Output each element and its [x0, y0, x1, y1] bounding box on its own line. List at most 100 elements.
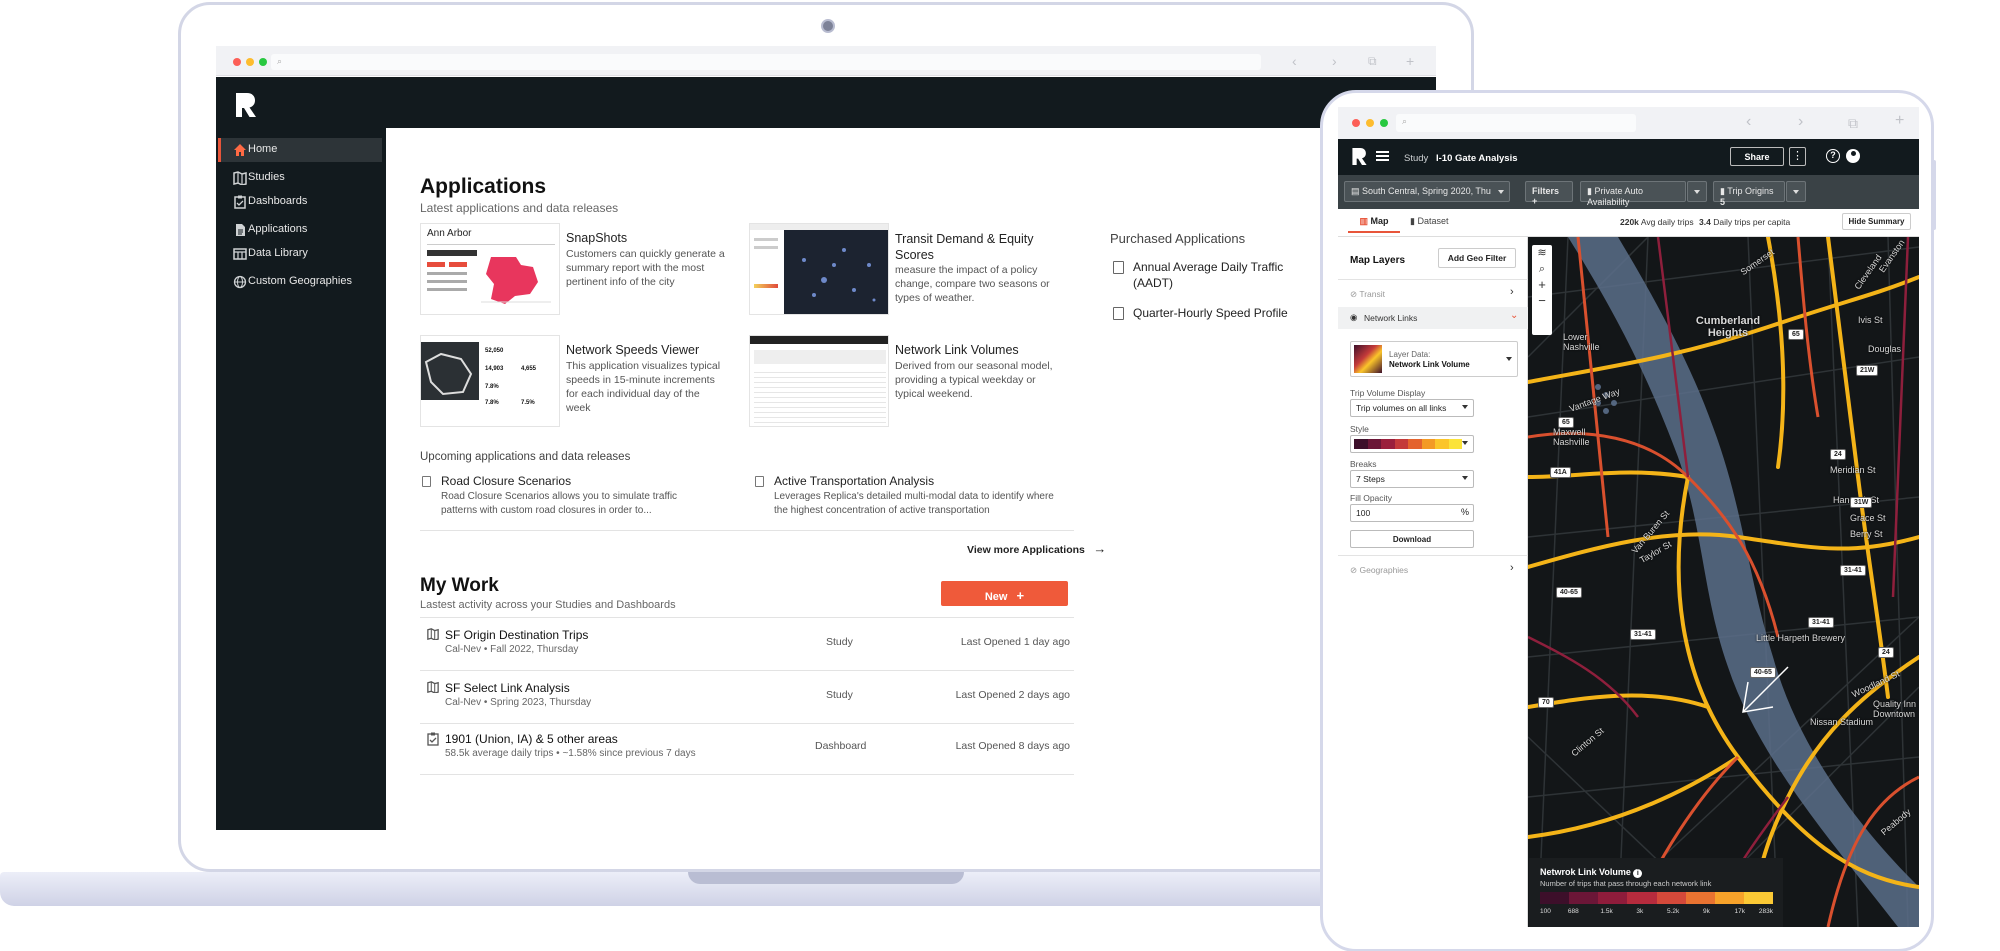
- origins-dropdown[interactable]: [1786, 181, 1806, 202]
- share-label: Share: [1744, 152, 1770, 162]
- legend-ticks: 100 688 1.5k 3k 5.2k 9k 17k 283k: [1540, 908, 1773, 918]
- app-title[interactable]: SnapShots: [566, 231, 627, 245]
- sidebar-item-data-library[interactable]: Data Library: [218, 242, 382, 266]
- clipboard-icon: [234, 195, 246, 209]
- per-capita-label: Daily trips per capita: [1713, 217, 1791, 227]
- sidebar-item-applications[interactable]: Applications: [218, 218, 382, 242]
- sidebar-item-dashboards[interactable]: Dashboards: [218, 190, 382, 214]
- style-label: Style: [1350, 424, 1369, 434]
- sidebar-item-custom-geographies[interactable]: Custom Geographies: [218, 270, 382, 294]
- my-work-subtitle: Lastest activity across your Studies and…: [420, 599, 676, 611]
- app-title[interactable]: Transit Demand & Equity Scores: [895, 231, 1045, 263]
- row-subtitle: 58.5k average daily trips • ~1.58% since…: [445, 748, 696, 759]
- legend-title: Netwrok Link Volume i: [1540, 867, 1643, 878]
- sidebar-item-studies[interactable]: Studies: [218, 166, 382, 190]
- minimize-dot[interactable]: [1366, 119, 1374, 127]
- table-row[interactable]: SF Origin Destination Trips Cal-Nev • Fa…: [420, 618, 1074, 670]
- new-tab-icon[interactable]: +: [1406, 53, 1414, 69]
- info-icon[interactable]: i: [1633, 869, 1643, 878]
- sidebar-item-home[interactable]: Home: [218, 138, 382, 162]
- app-description: This application visualizes typical spee…: [566, 360, 721, 414]
- app-card-network-speeds[interactable]: 52,050 14,903 7.8% 7.8% 4,655 7.5% Netwo…: [420, 335, 730, 427]
- breaks-select[interactable]: 7 Steps: [1350, 470, 1474, 488]
- zoom-out-icon[interactable]: −: [1532, 293, 1552, 309]
- search-icon: ⌕: [1402, 116, 1408, 126]
- hide-summary-button[interactable]: Hide Summary: [1842, 213, 1911, 230]
- more-icon[interactable]: ⋮: [1789, 147, 1806, 166]
- chevron-right-icon[interactable]: ›: [1510, 286, 1514, 298]
- availability-filter[interactable]: ▮ Private Auto Availability: [1580, 181, 1686, 207]
- share-button[interactable]: Share: [1730, 147, 1784, 166]
- app-card-network-link-volumes[interactable]: Network Link Volumes Derived from our se…: [749, 335, 1059, 427]
- trip-volume-select[interactable]: Trip volumes on all links: [1350, 399, 1474, 417]
- row-title[interactable]: SF Select Link Analysis: [445, 681, 570, 695]
- new-button[interactable]: New +: [941, 581, 1068, 606]
- user-icon[interactable]: [1846, 149, 1860, 163]
- replica-logo-icon[interactable]: [234, 92, 258, 118]
- maximize-dot[interactable]: [1380, 119, 1388, 127]
- trip-origins-filter[interactable]: ▮ Trip Origins 5: [1713, 181, 1785, 207]
- search-icon[interactable]: ⌕: [1532, 261, 1552, 277]
- back-icon[interactable]: ‹: [1292, 53, 1297, 69]
- menu-icon[interactable]: [1376, 151, 1389, 161]
- add-geo-filter-button[interactable]: Add Geo Filter: [1438, 248, 1516, 268]
- ramp-swatch: [1408, 439, 1422, 449]
- back-icon[interactable]: ‹: [1746, 113, 1751, 131]
- help-icon[interactable]: ?: [1826, 149, 1840, 163]
- breadcrumb[interactable]: Study: [1404, 153, 1428, 164]
- upcoming-item[interactable]: Road Closure Scenarios Road Closure Scen…: [420, 474, 720, 516]
- new-tab-icon[interactable]: +: [1895, 112, 1904, 130]
- table-row[interactable]: 1901 (Union, IA) & 5 other areas 58.5k a…: [420, 724, 1074, 776]
- sidebar-item-label: Studies: [248, 171, 285, 183]
- ramp-swatch: [1435, 439, 1449, 449]
- app-card-transit-demand[interactable]: Transit Demand & Equity Scores measure t…: [749, 223, 1059, 315]
- row-title[interactable]: SF Origin Destination Trips: [445, 628, 588, 642]
- copy-icon[interactable]: ⧉: [1368, 54, 1377, 69]
- view-more-link[interactable]: View more Applications →: [967, 540, 1106, 558]
- filters-button[interactable]: Filters +: [1525, 181, 1573, 206]
- filter-bar: ▤ South Central, Spring 2020, Thu Filter…: [1338, 175, 1919, 209]
- tab-dataset[interactable]: ▮ Dataset: [1410, 216, 1448, 227]
- row-opened: Last Opened 8 days ago: [955, 740, 1070, 752]
- zoom-in-icon[interactable]: +: [1532, 277, 1552, 293]
- close-dot[interactable]: [233, 58, 241, 66]
- upcoming-item[interactable]: Active Transportation Analysis Leverages…: [753, 474, 1073, 516]
- copy-icon[interactable]: ⧉: [1848, 115, 1858, 132]
- opacity-input[interactable]: 100%: [1350, 504, 1474, 522]
- chevron-right-icon[interactable]: ›: [1510, 562, 1514, 574]
- url-bar[interactable]: ⌕: [271, 54, 1261, 70]
- tab-label: Map: [1370, 216, 1389, 226]
- minimize-dot[interactable]: [246, 58, 254, 66]
- row-title[interactable]: 1901 (Union, IA) & 5 other areas: [445, 732, 618, 746]
- maximize-dot[interactable]: [259, 58, 267, 66]
- transit-map-dots: [802, 248, 876, 302]
- transit-layer-row[interactable]: ⊘ Transit: [1350, 289, 1385, 300]
- forward-icon[interactable]: ›: [1332, 53, 1337, 69]
- route-shield: 31-41: [1630, 629, 1656, 640]
- forward-icon[interactable]: ›: [1798, 113, 1803, 131]
- table-icon: [233, 248, 247, 260]
- close-dot[interactable]: [1352, 119, 1360, 127]
- legend-swatch: [1569, 892, 1599, 904]
- url-bar[interactable]: ⌕: [1396, 114, 1636, 132]
- replica-logo-icon[interactable]: [1351, 147, 1368, 166]
- map-view[interactable]: ≋ ⌕ + − Cumberland Heights Maxwell Nashv…: [1528, 237, 1919, 927]
- app-title[interactable]: Network Link Volumes: [895, 343, 1019, 357]
- network-links-row[interactable]: ◉ Network Links ⌄: [1338, 307, 1528, 329]
- style-select[interactable]: [1350, 435, 1474, 453]
- document-icon: [1113, 261, 1124, 274]
- season-filter[interactable]: ▤ South Central, Spring 2020, Thu: [1344, 181, 1510, 202]
- ramp-swatch: [1448, 439, 1462, 449]
- tab-map[interactable]: ▥ Map: [1348, 216, 1400, 233]
- chevron-down-icon[interactable]: ⌄: [1510, 310, 1518, 321]
- daily-trips-label: Avg daily trips: [1640, 217, 1694, 227]
- layers-icon[interactable]: ≋: [1532, 245, 1552, 261]
- geographies-row[interactable]: ⊘ Geographies: [1350, 565, 1408, 576]
- availability-dropdown[interactable]: [1687, 181, 1707, 202]
- table-row[interactable]: SF Select Link Analysis Cal-Nev • Spring…: [420, 671, 1074, 723]
- speeds-thumbnail: 52,050 14,903 7.8% 7.8% 4,655 7.5%: [420, 335, 560, 427]
- app-title[interactable]: Network Speeds Viewer: [566, 343, 699, 357]
- layer-data-select[interactable]: Layer Data: Network Link Volume: [1350, 341, 1518, 377]
- app-card-snapshots[interactable]: Ann Arbor SnapShots Customers can quickl…: [420, 223, 725, 315]
- download-button[interactable]: Download: [1350, 530, 1474, 548]
